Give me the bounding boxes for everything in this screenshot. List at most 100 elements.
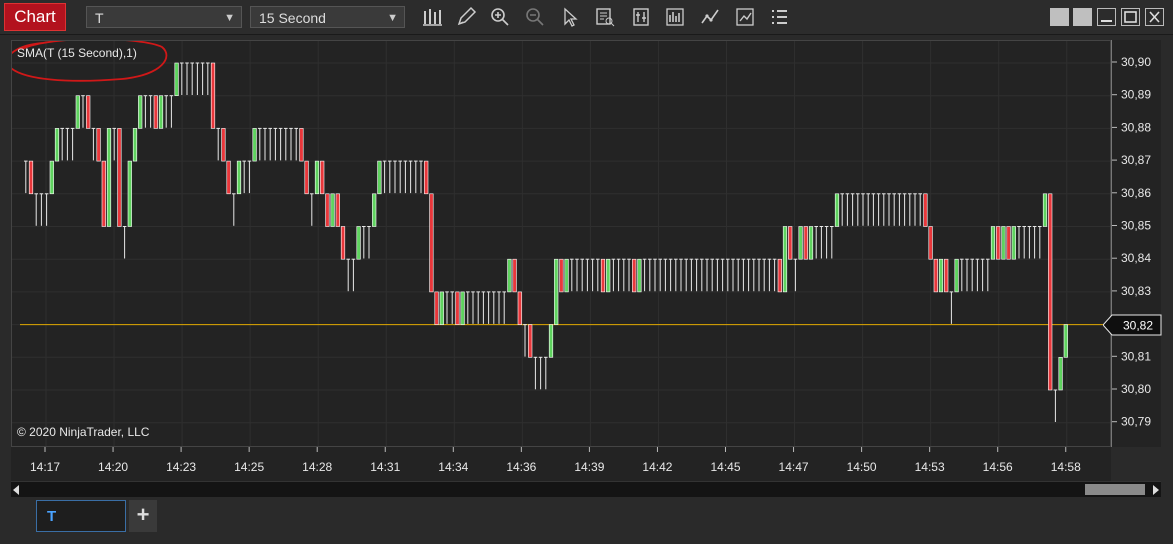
price-axis[interactable]: 30,90 30,89 30,88 30,87 30,86 30,85 30,84 30,83… (1111, 40, 1161, 447)
price-bar (34, 193, 38, 226)
price-bar (923, 193, 928, 227)
price-bar (871, 193, 876, 226)
price-bar (933, 258, 938, 293)
price-bar (372, 193, 377, 227)
price-bar (798, 226, 803, 260)
price-bar (60, 127, 64, 161)
close-icon[interactable] (1145, 8, 1164, 26)
price-bar (54, 128, 60, 162)
price-bar (362, 226, 366, 259)
strategies-icon[interactable] (664, 6, 688, 28)
price-bar (960, 258, 964, 292)
maximize-icon[interactable] (1121, 8, 1140, 26)
price-bar (653, 258, 657, 292)
scroll-left-icon[interactable] (13, 485, 19, 495)
price-bar (492, 291, 496, 324)
chart-bars (24, 62, 1068, 422)
price-bar (746, 258, 751, 292)
indicators-icon[interactable] (699, 6, 723, 28)
price-bar (294, 127, 298, 161)
price-bar (808, 226, 814, 260)
price-bar (996, 226, 1001, 260)
pointer-icon[interactable] (559, 6, 583, 28)
price-tick-label: 30,87 (1121, 153, 1151, 167)
time-axis[interactable]: 14:17 14:20 14:23 14:25 14:28 14:31 14:34 14:36… (11, 447, 1111, 481)
price-bar (1006, 226, 1011, 260)
price-bar (975, 258, 980, 292)
current-price-badge: 30,82 (1103, 314, 1162, 336)
restore-left-icon[interactable] (1050, 8, 1069, 26)
restore-right-icon[interactable] (1073, 8, 1092, 26)
horizontal-scrollbar[interactable] (11, 481, 1161, 498)
price-bar (507, 258, 512, 293)
price-bar (408, 160, 413, 194)
price-bar (164, 95, 168, 128)
interval-value: 15 Second (259, 10, 326, 26)
price-bar (143, 95, 148, 128)
price-bar (965, 258, 969, 292)
properties-icon[interactable] (630, 6, 654, 28)
tab-instrument[interactable]: T (36, 500, 126, 532)
price-tick-label: 30,79 (1121, 415, 1151, 429)
price-bar (918, 193, 922, 226)
chart-panel[interactable] (11, 40, 1111, 447)
price-bar (570, 258, 574, 292)
templates-icon[interactable] (734, 6, 758, 28)
price-bar (528, 324, 533, 358)
price-bar (913, 193, 917, 226)
price-bar (990, 226, 996, 260)
price-bar (96, 128, 101, 162)
price-bar (414, 160, 418, 194)
price-bar (674, 258, 678, 292)
interval-selector[interactable]: 15 Second ▼ (250, 6, 405, 28)
price-tick-label: 30,84 (1121, 251, 1151, 265)
add-tab-button[interactable]: + (129, 500, 157, 532)
time-tick-label: 14:20 (98, 460, 128, 474)
price-bar (127, 160, 132, 227)
price-bar (486, 291, 491, 324)
price-bar (548, 324, 554, 358)
zoom-in-icon[interactable] (489, 6, 513, 28)
price-bar (466, 291, 470, 324)
drawing-tool-icon[interactable] (455, 6, 479, 28)
price-bar (700, 258, 704, 292)
bar-type-icon[interactable] (421, 6, 445, 28)
price-bar (1063, 324, 1068, 358)
price-bar (1058, 356, 1063, 391)
price-bar (393, 160, 397, 194)
price-bar (132, 128, 138, 162)
zoom-out-icon[interactable] (524, 6, 548, 28)
price-bar (731, 258, 735, 292)
price-bar (866, 193, 870, 226)
price-bar (580, 258, 584, 292)
price-plot[interactable] (12, 41, 1110, 446)
price-bar (28, 160, 34, 195)
price-bar (741, 258, 746, 292)
chevron-down-icon: ▼ (387, 12, 398, 24)
price-bar (887, 193, 891, 226)
price-bar (819, 226, 824, 259)
price-bar (585, 258, 590, 292)
price-bar (600, 258, 606, 293)
menu-icon[interactable] (768, 6, 792, 28)
data-box-icon[interactable] (594, 6, 618, 28)
price-bar (153, 95, 158, 129)
price-bar (1053, 389, 1058, 422)
scroll-thumb[interactable] (1085, 484, 1145, 495)
minimize-icon[interactable] (1097, 8, 1116, 26)
price-bar (216, 127, 220, 161)
price-bar (242, 160, 246, 194)
price-bar (767, 258, 772, 292)
instrument-selector[interactable]: T ▼ (86, 6, 242, 28)
scroll-right-icon[interactable] (1153, 485, 1159, 495)
price-bar (439, 291, 444, 325)
price-bar (564, 258, 569, 293)
chart-title-tab[interactable]: Chart (4, 3, 66, 31)
price-bar (398, 160, 402, 194)
price-bar (148, 95, 153, 128)
price-bar (596, 258, 600, 292)
price-bar (367, 226, 371, 259)
price-bar (445, 291, 449, 324)
price-bar (1001, 226, 1006, 260)
price-bar (200, 62, 205, 95)
